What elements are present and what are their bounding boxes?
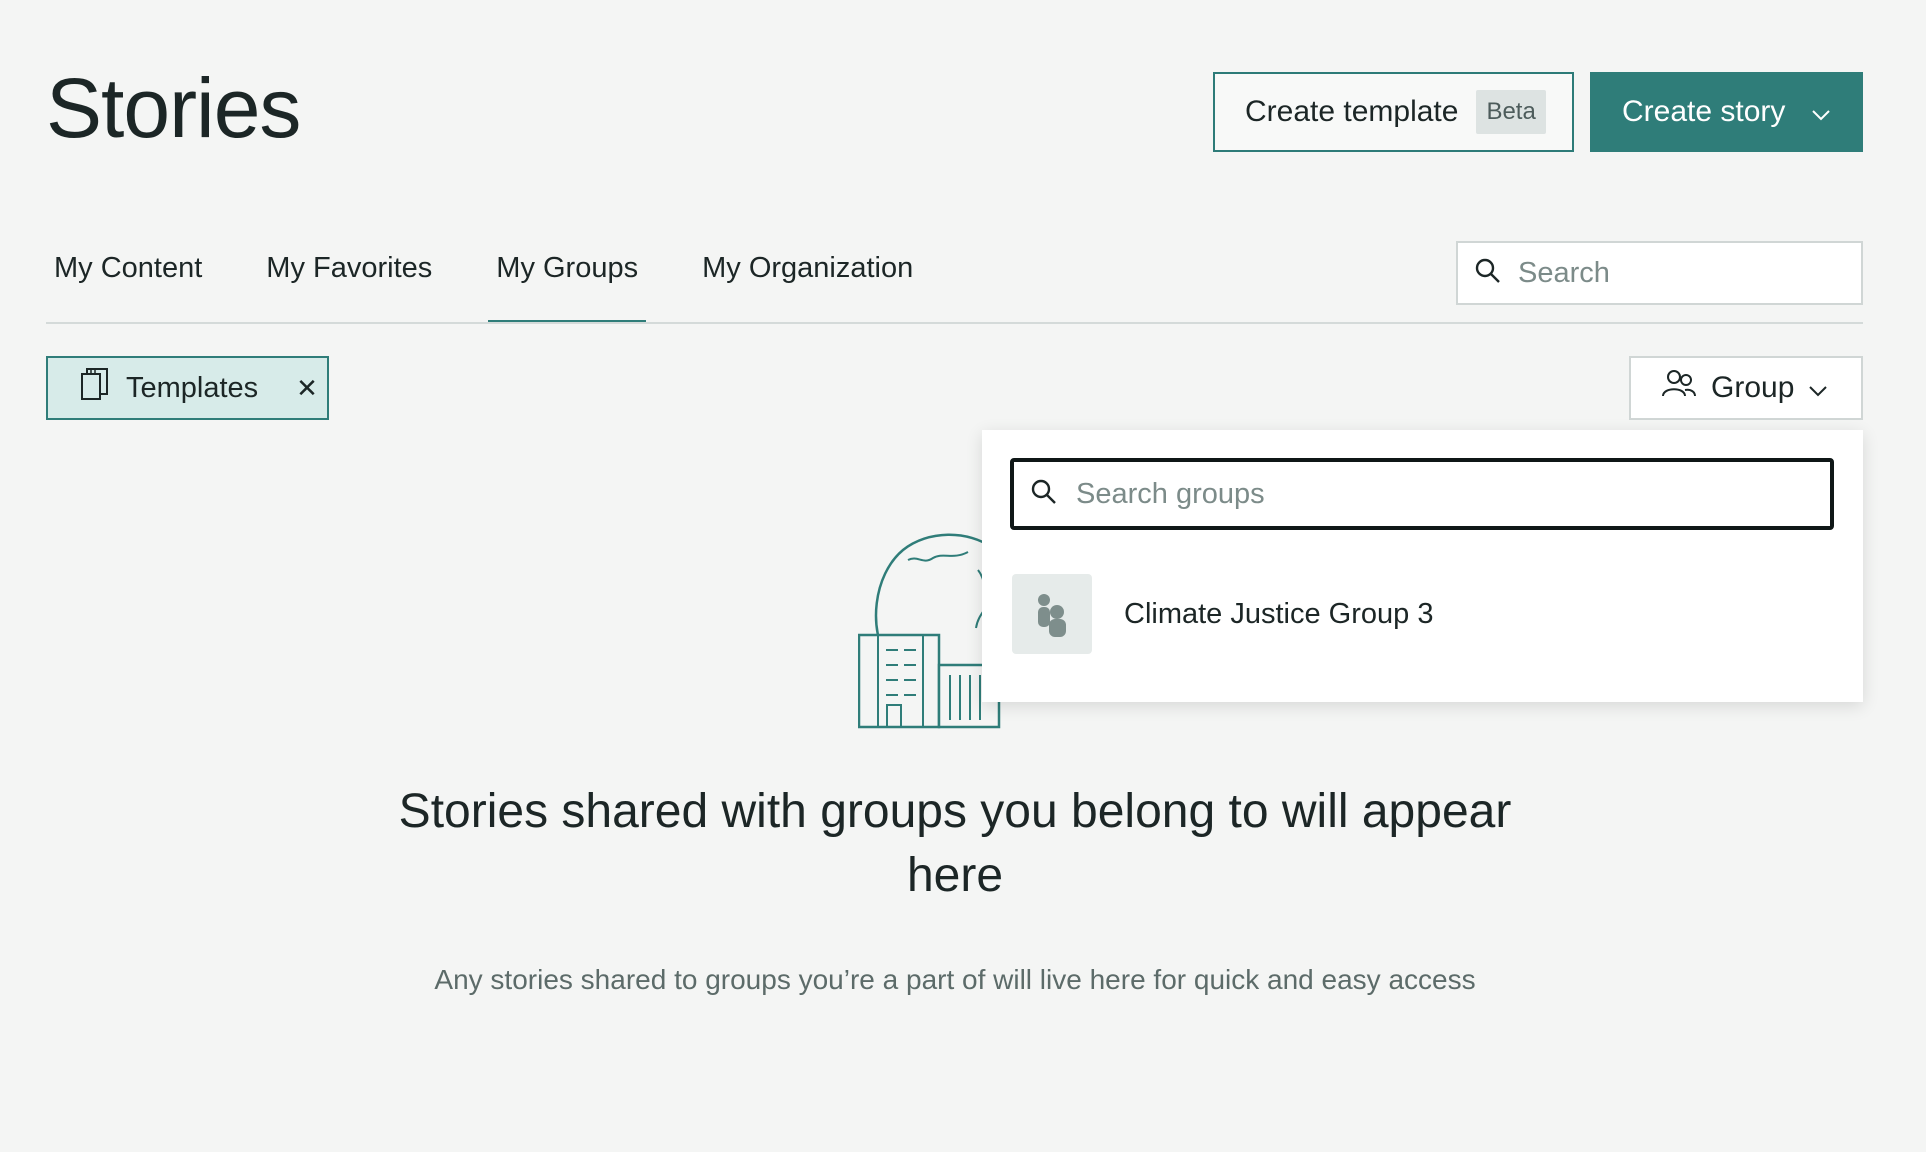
groups-dropdown: Climate Justice Group 3 bbox=[982, 430, 1863, 702]
search-box bbox=[1456, 241, 1863, 305]
create-template-button[interactable]: Create template Beta bbox=[1213, 72, 1574, 152]
groups-search-input[interactable] bbox=[1076, 477, 1376, 511]
close-icon[interactable]: ✕ bbox=[296, 373, 318, 404]
tab-my-content[interactable]: My Content bbox=[46, 240, 210, 324]
stories-page: Stories Create template Beta Create stor… bbox=[0, 0, 1926, 1152]
create-template-label: Create template bbox=[1245, 95, 1459, 128]
tab-my-favorites[interactable]: My Favorites bbox=[258, 240, 440, 324]
group-filter-label: Group bbox=[1711, 371, 1795, 404]
page-title: Stories bbox=[46, 61, 301, 155]
group-option[interactable]: Climate Justice Group 3 bbox=[1012, 574, 1433, 654]
empty-state-subtext: Any stories shared to groups you’re a pa… bbox=[434, 964, 1476, 995]
group-option-label: Climate Justice Group 3 bbox=[1124, 597, 1434, 630]
tab-my-groups[interactable]: My Groups bbox=[488, 240, 646, 324]
empty-state-heading: Stories shared with groups you belong to… bbox=[398, 785, 1512, 902]
search-icon bbox=[1474, 257, 1502, 290]
create-story-label: Create story bbox=[1622, 95, 1786, 128]
chevron-down-icon bbox=[1808, 371, 1828, 405]
content-tabs: My Content My Favorites My Groups My Org… bbox=[46, 240, 969, 324]
templates-chip-label: Templates bbox=[126, 371, 259, 404]
group-icon bbox=[1012, 574, 1092, 654]
chevron-down-icon bbox=[1811, 95, 1831, 129]
groups-search-box bbox=[1010, 458, 1834, 530]
group-filter-button[interactable]: Group bbox=[1629, 356, 1863, 420]
templates-icon bbox=[80, 367, 110, 409]
tab-my-organization[interactable]: My Organization bbox=[694, 240, 921, 324]
tabs-divider bbox=[46, 322, 1863, 324]
beta-badge: Beta bbox=[1476, 90, 1546, 134]
search-icon bbox=[1030, 478, 1058, 511]
search-input[interactable] bbox=[1518, 256, 1818, 290]
templates-filter-chip[interactable]: Templates ✕ bbox=[46, 356, 329, 420]
users-icon bbox=[1661, 368, 1697, 408]
create-story-button[interactable]: Create story bbox=[1590, 72, 1863, 152]
